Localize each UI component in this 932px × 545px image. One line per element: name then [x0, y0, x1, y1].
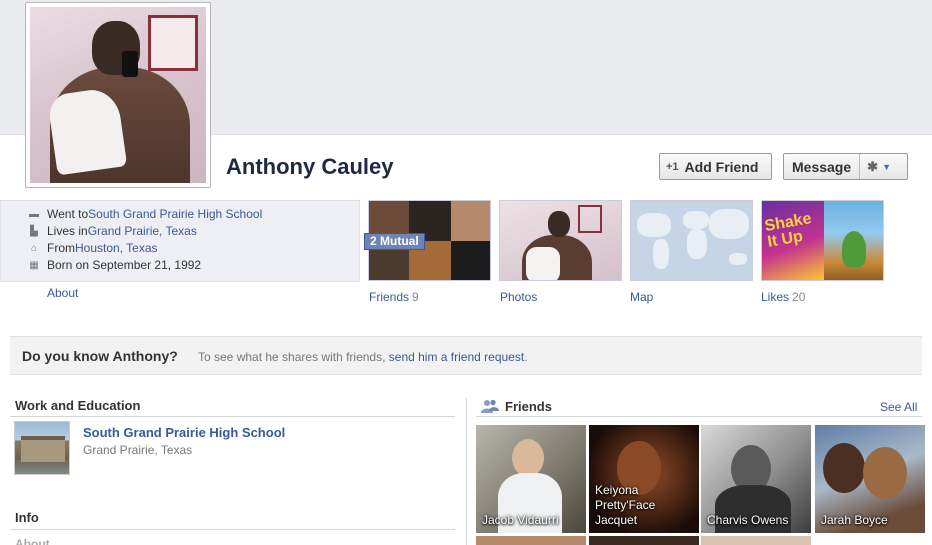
- add-friend-icon: +1: [666, 160, 679, 173]
- phone: [122, 51, 138, 77]
- about-link[interactable]: About: [47, 286, 78, 300]
- add-friend-label: Add Friend: [684, 158, 759, 175]
- graduation-icon: ▬: [29, 208, 39, 220]
- friend-card[interactable]: Keiyona Pretty'Face Jacquet: [589, 425, 699, 533]
- info-section-title: Info: [15, 510, 39, 525]
- profile-photo: [30, 7, 206, 183]
- likes-tile-text: Likes: [761, 290, 790, 304]
- map-land: [653, 239, 669, 269]
- friends-count: 9: [412, 290, 419, 304]
- send-friend-request-link[interactable]: send him a friend request: [389, 350, 524, 364]
- wall-frame: [148, 15, 198, 71]
- photos-tile-label[interactable]: Photos: [500, 290, 537, 304]
- friends-icon: [481, 399, 499, 413]
- photo-person-head: [548, 211, 570, 237]
- map-land: [687, 229, 707, 259]
- photo-frame: [578, 205, 602, 233]
- info-lives-link[interactable]: Grand Prairie, Texas: [88, 224, 197, 238]
- info-from-prefix: From: [47, 241, 75, 255]
- profile-picture[interactable]: [25, 2, 211, 188]
- section-divider: [476, 416, 922, 417]
- friend-thumb: [451, 201, 490, 241]
- friend-card-peek: [589, 536, 699, 545]
- map-land: [709, 209, 749, 239]
- map-tile-label[interactable]: Map: [630, 290, 653, 304]
- info-born-text: Born on September 21, 1992: [47, 258, 202, 272]
- info-from-link[interactable]: Houston, Texas: [75, 241, 158, 255]
- friend-card[interactable]: Charvis Owens: [701, 425, 811, 533]
- do-you-know-bar: Do you know Anthony? To see what he shar…: [10, 336, 922, 375]
- do-you-know-suffix: .: [524, 350, 528, 364]
- photo-person-shirt: [526, 247, 560, 280]
- section-divider: [10, 529, 455, 530]
- liked-page-thumb: Shake It Up: [762, 201, 824, 280]
- info-school-prefix: Went to: [47, 207, 89, 221]
- map-tile[interactable]: [630, 200, 753, 281]
- friends-section-title: Friends: [505, 399, 552, 414]
- map-land: [729, 253, 747, 265]
- friend-face: [863, 447, 907, 499]
- info-school-link[interactable]: South Grand Prairie High School: [88, 207, 262, 221]
- friend-name[interactable]: Jarah Boyce: [821, 513, 888, 528]
- section-divider: [10, 416, 455, 417]
- info-born: ▦ Born on September 21, 1992: [28, 258, 201, 272]
- friend-card[interactable]: Jarah Boyce: [815, 425, 925, 533]
- friend-face: [512, 439, 544, 477]
- add-friend-button[interactable]: +1 Add Friend: [659, 153, 772, 180]
- about-heading: About: [15, 537, 50, 545]
- friend-name[interactable]: Charvis Owens: [707, 513, 788, 528]
- message-button-group: Message ✱ ▼: [783, 153, 908, 180]
- likes-tile-label[interactable]: Likes 20: [761, 290, 805, 304]
- do-you-know-title: Do you know Anthony?: [22, 348, 178, 364]
- info-from: ⌂ From Houston, Texas: [28, 241, 158, 255]
- calendar-icon: ▦: [29, 259, 39, 271]
- info-lives: ▙ Lives in Grand Prairie, Texas: [28, 224, 197, 238]
- info-school: ▬ Went to South Grand Prairie High Schoo…: [28, 207, 262, 221]
- friend-card-peek: [476, 536, 586, 545]
- friend-face: [823, 443, 865, 493]
- likes-tile[interactable]: Shake It Up: [761, 200, 884, 281]
- friend-card[interactable]: Jacob Vidaurri: [476, 425, 586, 533]
- house-icon: ⌂: [30, 242, 38, 254]
- mutual-friends-badge[interactable]: 2 Mutual: [364, 233, 425, 250]
- liked-page-thumb: [824, 201, 883, 280]
- school-name-link[interactable]: South Grand Prairie High School: [83, 425, 285, 440]
- do-you-know-subtext: To see what he shares with friends, send…: [198, 350, 528, 364]
- friends-tile-label[interactable]: Friends 9: [369, 290, 419, 304]
- friends-tile-text: Friends: [369, 290, 410, 304]
- work-education-title: Work and Education: [15, 398, 141, 413]
- school-location: Grand Prairie, Texas: [83, 443, 193, 457]
- friend-name[interactable]: Keiyona Pretty'Face Jacquet: [595, 483, 655, 528]
- message-button[interactable]: Message: [784, 154, 861, 179]
- friend-thumb: [451, 241, 490, 280]
- school-thumbnail[interactable]: [14, 421, 70, 475]
- do-you-know-prefix: To see what he shares with friends,: [198, 350, 389, 364]
- profile-name[interactable]: Anthony Cauley: [226, 154, 393, 180]
- likes-count: 20: [792, 290, 806, 304]
- home-building-icon: ▙: [30, 225, 38, 237]
- friend-name[interactable]: Jacob Vidaurri: [482, 513, 559, 528]
- see-all-link[interactable]: See All: [880, 400, 917, 414]
- map-land: [683, 211, 709, 229]
- chevron-down-icon[interactable]: ▼: [882, 162, 891, 172]
- friend-card-peek: [701, 536, 811, 545]
- photos-tile[interactable]: [499, 200, 622, 281]
- column-divider: [466, 398, 467, 545]
- map-land: [637, 213, 671, 237]
- info-lives-prefix: Lives in: [47, 224, 88, 238]
- gear-icon[interactable]: ✱: [860, 159, 878, 175]
